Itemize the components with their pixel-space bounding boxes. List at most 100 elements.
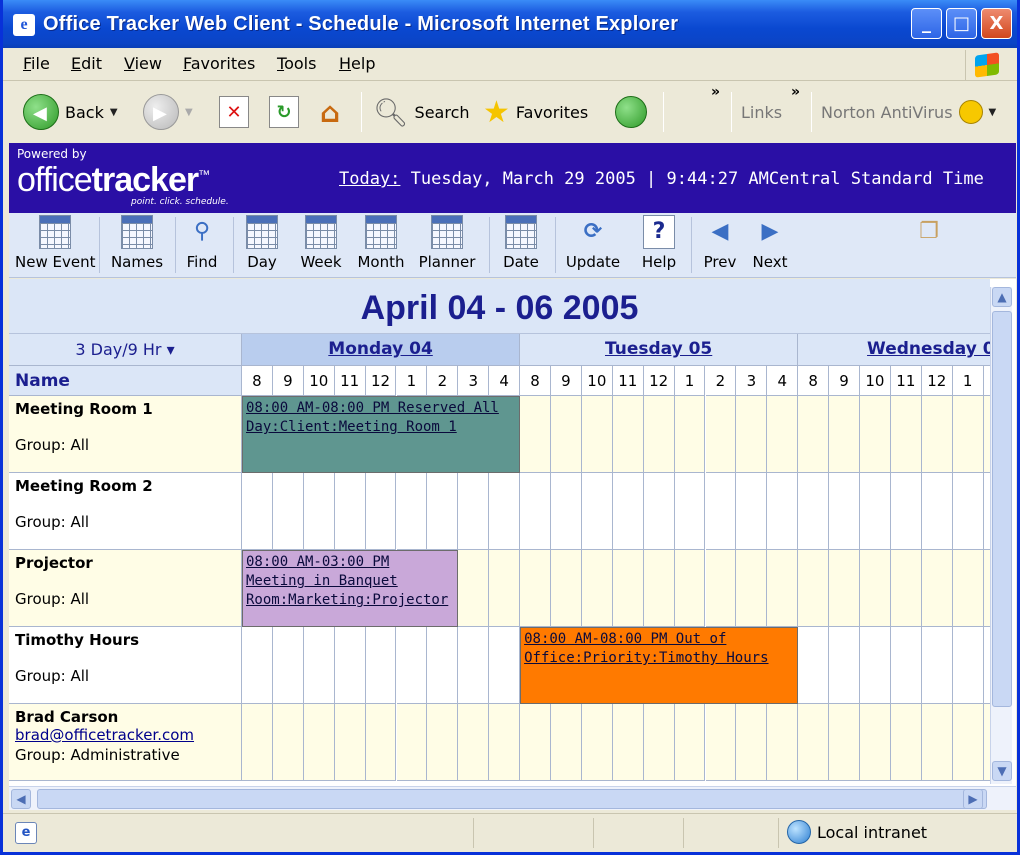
stop-button[interactable]: ✕ xyxy=(219,92,249,132)
day-header[interactable]: Wednesday 06 xyxy=(798,334,990,366)
toolbar-chevron[interactable]: » xyxy=(711,84,720,100)
favorites-button[interactable]: ★ Favorites xyxy=(483,92,588,132)
time-slot[interactable] xyxy=(427,704,459,781)
media-button[interactable] xyxy=(615,92,647,132)
time-slot[interactable] xyxy=(705,704,737,781)
scroll-down-arrow[interactable]: ▼ xyxy=(992,761,1012,781)
new-event-button[interactable]: New Event xyxy=(15,215,95,271)
time-slot[interactable] xyxy=(767,473,799,550)
time-slot[interactable] xyxy=(520,550,551,627)
week-view-button[interactable]: Week xyxy=(295,215,347,271)
time-slot[interactable] xyxy=(272,627,304,704)
time-slot[interactable] xyxy=(303,627,335,704)
menu-edit[interactable]: Edit xyxy=(71,54,102,73)
time-slot[interactable] xyxy=(829,396,860,473)
time-slot[interactable] xyxy=(396,627,428,704)
time-slot[interactable] xyxy=(674,550,706,627)
refresh-button[interactable]: ↻ xyxy=(269,92,299,132)
time-slot[interactable] xyxy=(767,550,799,627)
home-button[interactable]: ⌂ xyxy=(315,92,345,132)
planner-view-button[interactable]: Planner xyxy=(415,215,479,271)
time-slot[interactable] xyxy=(396,704,428,781)
time-slot[interactable] xyxy=(860,627,891,704)
time-slot[interactable] xyxy=(427,473,459,550)
prev-button[interactable]: ◀ Prev xyxy=(699,215,741,271)
time-slot[interactable] xyxy=(952,627,984,704)
time-slot[interactable] xyxy=(612,550,644,627)
time-slot[interactable] xyxy=(890,550,922,627)
time-slot[interactable] xyxy=(952,550,984,627)
time-slot[interactable] xyxy=(890,627,922,704)
time-slot[interactable] xyxy=(303,704,335,781)
time-slot[interactable] xyxy=(551,704,582,781)
time-slot[interactable] xyxy=(612,473,644,550)
time-slot[interactable] xyxy=(921,396,953,473)
time-slot[interactable] xyxy=(829,550,860,627)
resource-row-label[interactable]: Meeting Room 2 Group: All xyxy=(9,473,242,550)
time-slot[interactable] xyxy=(551,396,582,473)
time-slot[interactable] xyxy=(272,704,304,781)
calendar-event[interactable]: 08:00 AM-03:00 PM Meeting in Banquet Room:… xyxy=(242,550,459,627)
resource-row-label[interactable]: Timothy Hours Group: All xyxy=(9,627,242,704)
menu-help[interactable]: Help xyxy=(339,54,375,73)
time-slot[interactable] xyxy=(581,396,613,473)
search-button[interactable]: 🔍︎ Search xyxy=(373,92,470,132)
maximize-button[interactable]: □ xyxy=(946,8,977,39)
time-slot[interactable] xyxy=(767,704,799,781)
date-button[interactable]: Date xyxy=(499,215,543,271)
time-slot[interactable] xyxy=(736,473,768,550)
day-view-button[interactable]: Day xyxy=(241,215,283,271)
minimize-button[interactable]: _ xyxy=(911,8,942,39)
time-slot[interactable] xyxy=(427,627,459,704)
time-slot[interactable] xyxy=(242,473,273,550)
time-slot[interactable] xyxy=(952,473,984,550)
time-slot[interactable] xyxy=(458,550,490,627)
time-slot[interactable] xyxy=(612,396,644,473)
horizontal-scrollbar[interactable]: ◀ ▶ xyxy=(9,786,1016,810)
time-slot[interactable] xyxy=(365,627,397,704)
time-slot[interactable] xyxy=(643,704,675,781)
time-slot[interactable] xyxy=(581,704,613,781)
next-button[interactable]: ▶ Next xyxy=(749,215,791,271)
time-slot[interactable] xyxy=(921,627,953,704)
time-slot[interactable] xyxy=(890,704,922,781)
time-slot[interactable] xyxy=(581,550,613,627)
calendar-event[interactable]: 08:00 AM-08:00 PM Reserved All Day:Client… xyxy=(242,396,521,473)
time-slot[interactable] xyxy=(643,396,675,473)
time-slot[interactable] xyxy=(334,627,366,704)
close-button[interactable]: X xyxy=(981,8,1012,39)
calendar-event[interactable]: 08:00 AM-08:00 PM Out of Office:Priority:… xyxy=(520,627,799,704)
norton-antivirus-button[interactable]: Norton AntiVirus ▼ xyxy=(821,92,996,132)
resource-row-label[interactable]: Meeting Room 1 Group: All xyxy=(9,396,242,473)
back-dropdown-icon[interactable]: ▼ xyxy=(110,107,118,118)
time-slot[interactable] xyxy=(396,473,428,550)
norton-dropdown-icon[interactable]: ▼ xyxy=(989,107,997,118)
time-slot[interactable] xyxy=(551,473,582,550)
menu-tools[interactable]: Tools xyxy=(277,54,316,73)
time-slot[interactable] xyxy=(952,396,984,473)
forward-dropdown-icon[interactable]: ▼ xyxy=(185,107,193,118)
time-slot[interactable] xyxy=(736,550,768,627)
time-slot[interactable] xyxy=(458,704,490,781)
help-button[interactable]: ? Help xyxy=(637,215,681,271)
time-slot[interactable] xyxy=(705,473,737,550)
time-slot[interactable] xyxy=(489,473,521,550)
time-slot[interactable] xyxy=(520,396,551,473)
time-slot[interactable] xyxy=(643,550,675,627)
day-header[interactable]: Tuesday 05 xyxy=(520,334,799,366)
time-slot[interactable] xyxy=(705,550,737,627)
time-slot[interactable] xyxy=(860,396,891,473)
links-label[interactable]: Links xyxy=(741,92,782,132)
time-slot[interactable] xyxy=(272,473,304,550)
time-slot[interactable] xyxy=(921,704,953,781)
month-view-button[interactable]: Month xyxy=(355,215,407,271)
menu-view[interactable]: View xyxy=(124,54,162,73)
time-slot[interactable] xyxy=(798,550,830,627)
time-slot[interactable] xyxy=(798,704,830,781)
time-slot[interactable] xyxy=(829,627,860,704)
vertical-scrollbar[interactable]: ▲ ▼ xyxy=(990,287,1012,784)
update-button[interactable]: ⟳ Update xyxy=(563,215,623,271)
menu-file[interactable]: File xyxy=(23,54,50,73)
time-slot[interactable] xyxy=(365,704,397,781)
time-slot[interactable] xyxy=(674,473,706,550)
